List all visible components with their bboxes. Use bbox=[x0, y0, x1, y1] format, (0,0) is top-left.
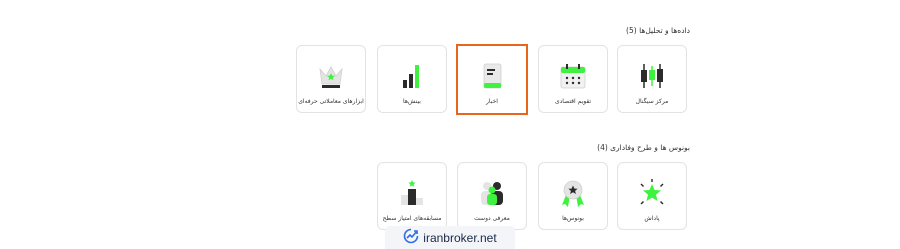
card-news[interactable]: اخبار bbox=[456, 44, 528, 115]
card-label: تقویم اقتصادی bbox=[554, 98, 592, 105]
candlestick-icon bbox=[635, 60, 669, 92]
card-pro-trading-tools[interactable]: ابزارهای معاملاتی حرفه‌ای bbox=[296, 45, 366, 113]
card-label: بونوس‌ها bbox=[562, 215, 584, 222]
card-insights[interactable]: بینش‌ها bbox=[377, 45, 447, 113]
watermark-logo: iranbroker.net bbox=[385, 226, 515, 249]
card-bonuses[interactable]: بونوس‌ها bbox=[538, 162, 608, 230]
card-label: پاداش bbox=[644, 215, 660, 222]
star-burst-icon bbox=[635, 177, 669, 209]
news-icon bbox=[475, 60, 509, 92]
card-label: بینش‌ها bbox=[403, 98, 421, 105]
section-title-bonus-loyalty: بونوس ها و طرح وفاداری (4) bbox=[597, 143, 690, 152]
card-economic-calendar[interactable]: تقویم اقتصادی bbox=[538, 45, 608, 113]
card-signal-center[interactable]: مرکز سیگنال bbox=[617, 45, 687, 113]
podium-icon bbox=[395, 177, 429, 209]
medal-icon bbox=[556, 177, 590, 209]
watermark-text: iranbroker.net bbox=[423, 230, 497, 245]
card-level-points-contests[interactable]: مسابقه‌های امتیاز سطح bbox=[377, 162, 447, 230]
people-icon bbox=[475, 177, 509, 209]
card-label: مسابقه‌های امتیاز سطح bbox=[382, 215, 442, 222]
card-refer-friend[interactable]: معرفی دوست bbox=[457, 162, 527, 230]
card-label: اخبار bbox=[486, 98, 498, 105]
card-label: ابزارهای معاملاتی حرفه‌ای bbox=[298, 98, 364, 105]
trend-check-icon bbox=[403, 228, 419, 247]
card-reward[interactable]: پاداش bbox=[617, 162, 687, 230]
crown-icon bbox=[314, 60, 348, 92]
card-label: مرکز سیگنال bbox=[635, 98, 669, 105]
bar-chart-icon bbox=[395, 60, 429, 92]
card-label: معرفی دوست bbox=[474, 215, 510, 222]
calendar-icon bbox=[556, 60, 590, 92]
section-title-data-analysis: داده‌ها و تحلیل‌ها (5) bbox=[626, 26, 690, 35]
